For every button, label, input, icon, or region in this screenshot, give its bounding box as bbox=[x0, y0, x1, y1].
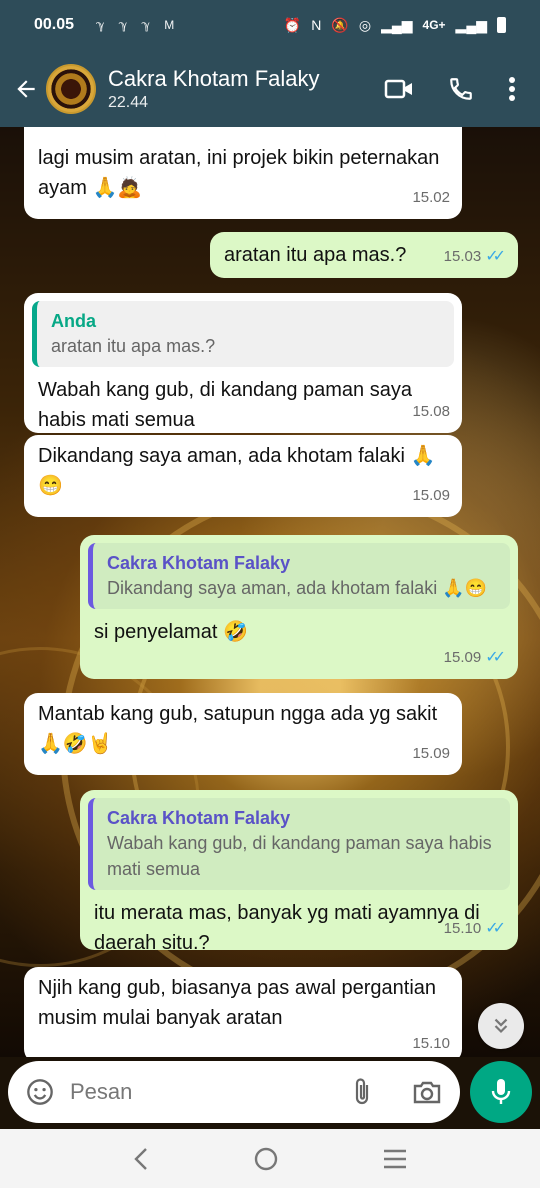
message-text: lagi musim aratan, ini projek bikin pete… bbox=[38, 147, 440, 199]
mute-icon: 🔕 bbox=[331, 16, 349, 33]
video-call-icon[interactable] bbox=[384, 77, 414, 101]
signal-icon-2: ▂▄▆ bbox=[455, 16, 487, 33]
quoted-text: Dikandang saya aman, ada khotam falaki 🙏… bbox=[107, 578, 488, 598]
message-time: 15.08 bbox=[412, 397, 450, 427]
message-text: Wabah kang gub, di kandang paman saya ha… bbox=[38, 379, 412, 431]
message-text: Mantab kang gub, satupun ngga ada yg sak… bbox=[38, 703, 438, 755]
read-receipt-icon: ✓✓ bbox=[485, 649, 506, 666]
microphone-icon bbox=[491, 1079, 511, 1104]
scroll-to-bottom-button[interactable] bbox=[478, 1003, 524, 1049]
message-time: 15.10 ✓✓ bbox=[444, 914, 506, 944]
nav-back-icon[interactable] bbox=[131, 1146, 151, 1172]
contact-name: Cakra Khotam Falaky bbox=[108, 65, 320, 91]
message-bubble-outgoing[interactable]: aratan itu apa mas.? 15.03 ✓✓ bbox=[210, 232, 518, 278]
message-time-text: 15.09 bbox=[443, 649, 482, 666]
quoted-message[interactable]: Cakra Khotam Falaky Dikandang saya aman,… bbox=[88, 543, 510, 609]
alarm-icon: ⏰ bbox=[283, 16, 302, 33]
hotspot-icon: ◎ bbox=[358, 16, 372, 33]
message-time: 15.02 bbox=[412, 183, 450, 213]
notification-icon-1: ℽ bbox=[96, 18, 105, 32]
more-options-icon[interactable] bbox=[508, 76, 516, 102]
chat-title-block[interactable]: Cakra Khotam Falaky 22.44 bbox=[108, 66, 320, 112]
nav-home-icon[interactable] bbox=[252, 1145, 280, 1173]
read-receipt-icon: ✓✓ bbox=[485, 920, 506, 937]
arrow-left-icon bbox=[17, 79, 35, 98]
quoted-message[interactable]: Anda aratan itu apa mas.? bbox=[32, 301, 454, 367]
message-time: 15.03 ✓✓ bbox=[444, 242, 506, 272]
system-icons: ⏰ N 🔕 ◎ ▂▄▆ 4G+ ▂▄▆ bbox=[284, 17, 506, 34]
message-time-text: 15.09 bbox=[412, 745, 450, 762]
message-time-text: 15.09 bbox=[412, 487, 450, 504]
camera-icon[interactable] bbox=[412, 1079, 442, 1105]
double-chevron-down-icon bbox=[494, 1018, 508, 1034]
read-receipt-icon: ✓✓ bbox=[485, 248, 506, 265]
message-time-text: 15.10 bbox=[443, 920, 482, 937]
message-time-text: 15.03 bbox=[443, 248, 482, 265]
signal-icon: ▂▄▆ bbox=[381, 16, 413, 33]
quoted-text: aratan itu apa mas.? bbox=[51, 336, 216, 356]
phone-icon[interactable] bbox=[448, 76, 474, 102]
message-input[interactable] bbox=[70, 1079, 330, 1105]
network-type: 4G+ bbox=[422, 18, 446, 32]
message-input-container[interactable] bbox=[8, 1061, 460, 1123]
nav-recents-icon[interactable] bbox=[381, 1147, 409, 1171]
message-time-text: 15.02 bbox=[412, 189, 450, 206]
gmail-icon: M bbox=[164, 18, 175, 32]
quoted-text: Wabah kang gub, di kandang paman saya ha… bbox=[107, 833, 492, 879]
message-bubble-outgoing[interactable]: Cakra Khotam Falaky Wabah kang gub, di k… bbox=[80, 790, 518, 954]
message-bubble-incoming[interactable]: Mantab kang gub, satupun ngga ada yg sak… bbox=[24, 693, 462, 775]
notification-icon-2: ℽ bbox=[118, 18, 128, 32]
quoted-author: Cakra Khotam Falaky bbox=[107, 553, 291, 573]
status-bar: 00.05 ℽ ℽ ℽ M ⏰ N 🔕 ◎ ▂▄▆ 4G+ ▂▄▆ bbox=[0, 0, 540, 50]
message-time-text: 15.08 bbox=[412, 403, 450, 420]
emoji-icon[interactable] bbox=[26, 1078, 54, 1106]
message-bubble-incoming[interactable]: Anda aratan itu apa mas.? Wabah kang gub… bbox=[24, 293, 462, 433]
nfc-icon: N bbox=[311, 17, 322, 33]
message-time: 15.09 bbox=[412, 739, 450, 769]
composer bbox=[0, 1057, 540, 1129]
notification-icons: ℽ ℽ ℽ M bbox=[96, 18, 174, 32]
status-time: 00.05 bbox=[34, 16, 75, 33]
last-seen: 22.44 bbox=[108, 93, 149, 111]
message-bubble-incoming[interactable]: lagi musim aratan, ini projek bikin pete… bbox=[24, 127, 462, 219]
message-bubble-incoming[interactable]: Dikandang saya aman, ada khotam falaki 🙏… bbox=[24, 435, 462, 517]
message-bubble-outgoing[interactable]: Cakra Khotam Falaky Dikandang saya aman,… bbox=[80, 535, 518, 679]
quoted-author: Cakra Khotam Falaky bbox=[107, 808, 291, 828]
back-button[interactable] bbox=[8, 76, 44, 102]
avatar[interactable] bbox=[46, 63, 96, 114]
message-text: Njih kang gub, biasanya pas awal pergant… bbox=[38, 977, 437, 1029]
message-time-text: 15.10 bbox=[412, 1035, 450, 1052]
message-time: 15.10 bbox=[412, 1029, 450, 1057]
voice-record-button[interactable] bbox=[470, 1061, 532, 1123]
system-navigation-bar bbox=[0, 1129, 540, 1188]
attachment-icon[interactable] bbox=[352, 1077, 374, 1107]
chat-area[interactable]: lagi musim aratan, ini projek bikin pete… bbox=[0, 127, 540, 1057]
quoted-author: Anda bbox=[51, 311, 96, 331]
quoted-message[interactable]: Cakra Khotam Falaky Wabah kang gub, di k… bbox=[88, 798, 510, 890]
chat-header: Cakra Khotam Falaky 22.44 bbox=[0, 50, 540, 127]
message-time: 15.09 ✓✓ bbox=[444, 643, 506, 673]
battery-icon bbox=[497, 17, 506, 33]
message-bubble-incoming[interactable]: Njih kang gub, biasanya pas awal pergant… bbox=[24, 967, 462, 1057]
message-text: Dikandang saya aman, ada khotam falaki 🙏… bbox=[38, 445, 436, 497]
notification-icon-3: ℽ bbox=[141, 18, 151, 32]
message-time: 15.09 bbox=[412, 481, 450, 511]
